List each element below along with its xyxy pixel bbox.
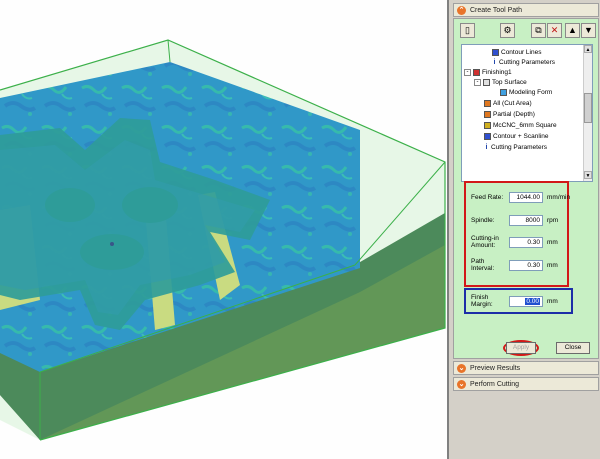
tree-scrollbar[interactable]: ▲ ▼ <box>583 45 592 181</box>
tool-icon <box>484 121 491 129</box>
cutting-in-amount-field: Cutting-in Amount: 0.30 mm <box>471 235 558 249</box>
tree-item[interactable]: - Top Surface <box>474 77 527 87</box>
path-interval-input[interactable]: 0.30 <box>509 259 543 271</box>
tree-item[interactable]: Partial (Depth) <box>484 109 535 119</box>
3d-viewport[interactable] <box>0 0 447 459</box>
tree-item[interactable]: Contour Lines <box>492 47 541 57</box>
cutting-parameters-group: Feed Rate: 1044.00 mm/min Spindle: 8000 … <box>464 181 571 287</box>
toolpath-wizard-icon[interactable]: ⚙ <box>500 23 515 38</box>
cutting-in-amount-input[interactable]: 0.30 <box>509 236 543 248</box>
toolpath-panel: ⌃ Create Tool Path ▯ ⚙ ⧉ ✕ ▲ ▼ Contour L… <box>447 0 600 459</box>
section-preview-results[interactable]: ⌄ Preview Results <box>453 361 599 375</box>
tree-item[interactable]: i Cutting Parameters <box>492 57 555 67</box>
new-document-icon[interactable]: ▯ <box>460 23 475 38</box>
scroll-up-icon[interactable]: ▲ <box>584 45 592 53</box>
tree-item[interactable]: i Cutting Parameters <box>484 142 547 152</box>
feed-rate-field: Feed Rate: 1044.00 mm/min <box>471 192 571 203</box>
collapse-node-icon[interactable]: - <box>464 68 471 76</box>
scroll-down-icon[interactable]: ▼ <box>584 171 592 179</box>
finish-margin-field: Finish Margin: 0.00 mm <box>471 294 558 308</box>
collapse-arrow-icon: ⌃ <box>457 5 466 15</box>
tree-item[interactable]: Modeling Form <box>500 87 552 97</box>
apply-button[interactable]: Apply <box>506 342 536 354</box>
section-create-tool-path[interactable]: ⌃ Create Tool Path <box>453 3 599 17</box>
scroll-thumb[interactable] <box>584 93 592 123</box>
finishing-icon <box>473 68 480 76</box>
info-icon: i <box>493 58 496 66</box>
toolpath-tree[interactable]: Contour Lines i Cutting Parameters - Fin… <box>461 44 593 182</box>
spindle-field: Spindle: 8000 rpm <box>471 215 559 226</box>
tree-item[interactable]: - Finishing1 <box>464 67 512 77</box>
delete-icon[interactable]: ✕ <box>547 23 562 38</box>
spindle-input[interactable]: 8000 <box>509 215 543 226</box>
path-interval-field: Path Interval: 0.30 mm <box>471 258 558 272</box>
tree-item[interactable]: McCNC_6mm Square <box>484 120 557 130</box>
close-button[interactable]: Close <box>556 342 590 354</box>
move-up-icon[interactable]: ▲ <box>565 23 580 38</box>
collapse-node-icon[interactable]: - <box>474 78 481 86</box>
move-down-icon[interactable]: ▼ <box>581 23 596 38</box>
form-icon <box>500 88 507 96</box>
contour-icon <box>484 132 491 140</box>
expand-arrow-icon: ⌄ <box>457 379 466 389</box>
section-perform-cutting[interactable]: ⌄ Perform Cutting <box>453 377 599 391</box>
stock-model-render <box>0 39 446 441</box>
tree-toolbar: ▯ ⚙ ⧉ ✕ ▲ ▼ <box>458 23 596 39</box>
surface-icon <box>483 78 490 86</box>
area-icon <box>484 99 491 107</box>
tree-item[interactable]: Contour + Scanline <box>484 131 548 141</box>
finish-margin-input[interactable]: 0.00 <box>509 295 543 307</box>
create-tool-path-body: ▯ ⚙ ⧉ ✕ ▲ ▼ Contour Lines i Cutting Para… <box>453 18 599 359</box>
tree-item[interactable]: All (Cut Area) <box>484 98 532 108</box>
feed-rate-input[interactable]: 1044.00 <box>509 192 543 203</box>
depth-icon <box>484 110 491 118</box>
expand-arrow-icon: ⌄ <box>457 363 466 373</box>
contour-icon <box>492 48 499 56</box>
info-icon: i <box>485 143 488 151</box>
finish-margin-group: Finish Margin: 0.00 mm <box>464 288 573 314</box>
copy-icon[interactable]: ⧉ <box>531 23 546 38</box>
